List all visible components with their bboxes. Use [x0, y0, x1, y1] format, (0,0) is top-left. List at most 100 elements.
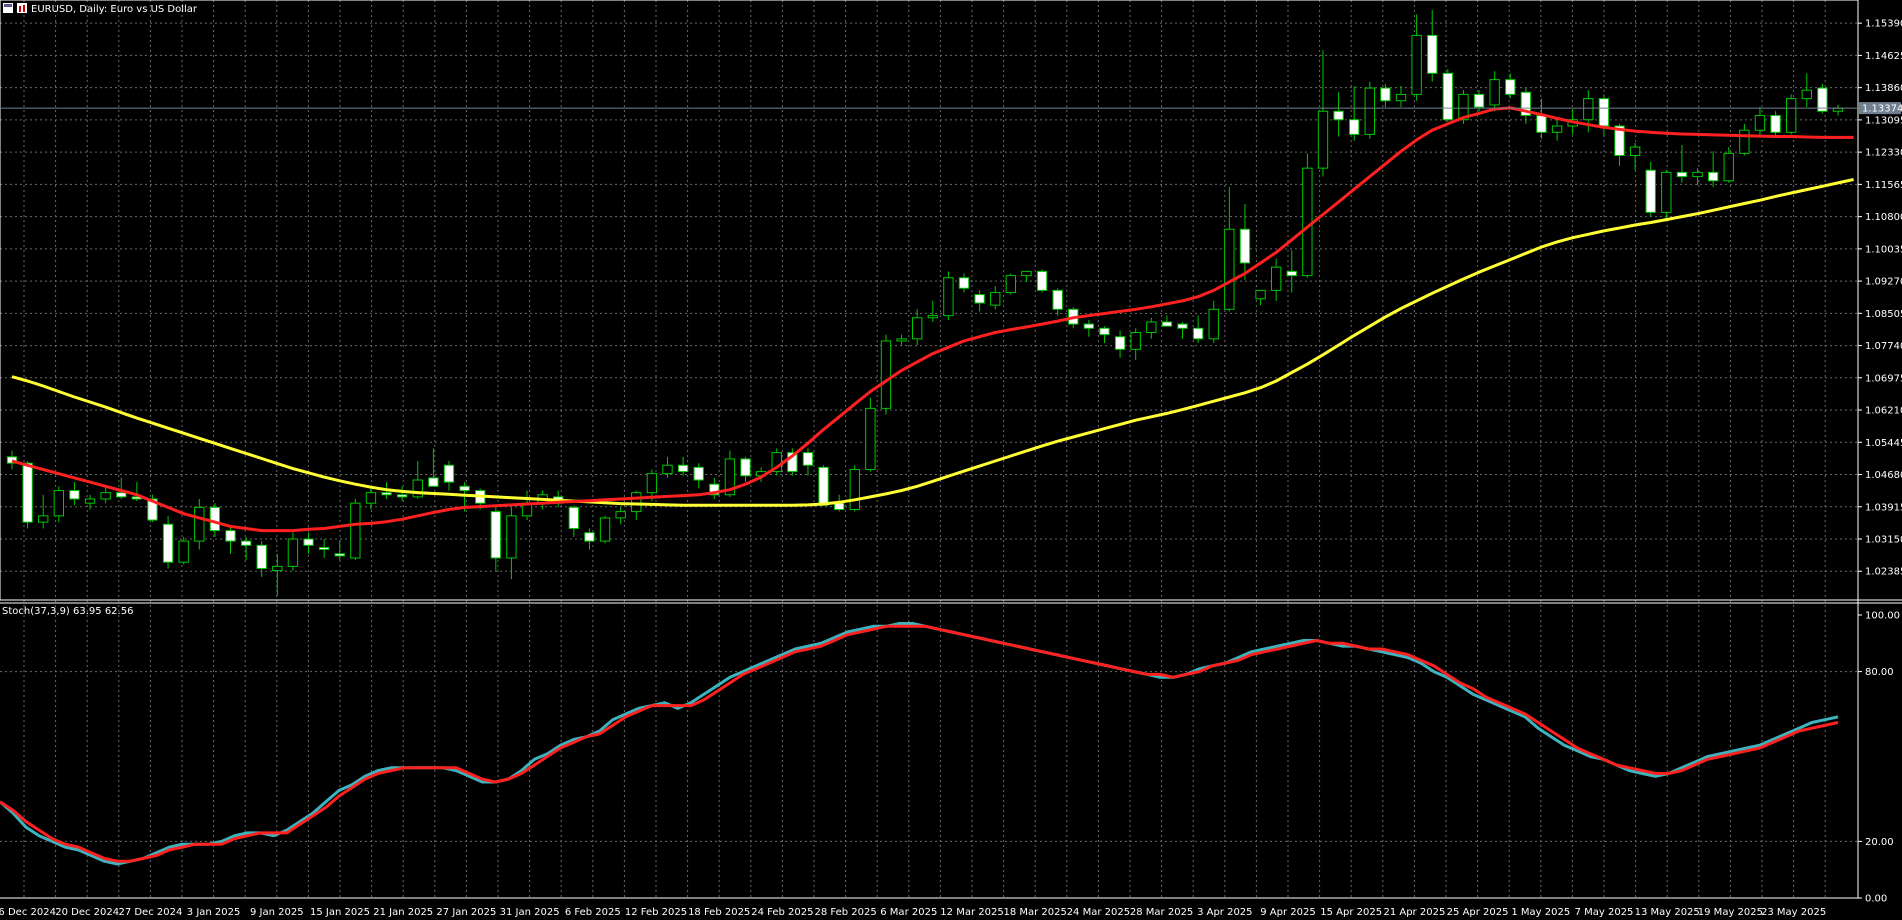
candle-bear[interactable]: [381, 492, 392, 496]
candle-bear[interactable]: [69, 490, 80, 500]
candle-bear[interactable]: [1192, 327, 1204, 340]
chart-canvas[interactable]: 1.15390 1.14625 1.13860 1.13095 1.12330 1.115…: [0, 0, 1902, 920]
candle-bull[interactable]: [1489, 79, 1500, 106]
candle-bear[interactable]: [1333, 110, 1344, 121]
candle-bull[interactable]: [1005, 275, 1017, 293]
candle-bear[interactable]: [1427, 34, 1438, 74]
candle-bull[interactable]: [38, 515, 49, 523]
candle-bear[interactable]: [1536, 114, 1547, 133]
candle-bull[interactable]: [412, 479, 423, 498]
candle-bear[interactable]: [1598, 98, 1610, 127]
candle-bear[interactable]: [256, 544, 267, 569]
chart-type-icon[interactable]: [17, 3, 27, 13]
candle-bull[interactable]: [1754, 114, 1766, 131]
candle-bear[interactable]: [584, 532, 595, 542]
candle-bear[interactable]: [490, 511, 501, 559]
candle-bull[interactable]: [1832, 107, 1844, 112]
candle-bear[interactable]: [1349, 119, 1360, 135]
candle-bear[interactable]: [974, 294, 985, 304]
candle-bull[interactable]: [1723, 152, 1734, 182]
candle-bull[interactable]: [84, 498, 96, 504]
candle-bull[interactable]: [1224, 228, 1235, 310]
candle-bear[interactable]: [677, 464, 689, 473]
candle-bull[interactable]: [912, 317, 923, 340]
candle-bull[interactable]: [1130, 332, 1141, 350]
candle-bull[interactable]: [1021, 270, 1032, 277]
candle-bull[interactable]: [896, 338, 907, 342]
candle-bear[interactable]: [1177, 323, 1188, 329]
candle-bear[interactable]: [1473, 93, 1485, 108]
candle-bear[interactable]: [1036, 270, 1048, 291]
candle-bull[interactable]: [927, 315, 938, 319]
candle-bear[interactable]: [1239, 228, 1251, 264]
candle-bull[interactable]: [53, 490, 65, 517]
candle-bear[interactable]: [1770, 114, 1781, 133]
candle-bear[interactable]: [22, 462, 33, 523]
candle-bull[interactable]: [1395, 93, 1407, 102]
candle-bear[interactable]: [1676, 171, 1688, 178]
candle-bull[interactable]: [662, 464, 673, 475]
candle-bull[interactable]: [1661, 171, 1672, 213]
candle-bull[interactable]: [1317, 110, 1329, 169]
candle-bear[interactable]: [740, 458, 751, 477]
candle-bear[interactable]: [459, 485, 470, 492]
candle-bull[interactable]: [178, 540, 189, 563]
candle-bull[interactable]: [1364, 87, 1375, 135]
candle-bear[interactable]: [428, 477, 439, 487]
candle-bull[interactable]: [1302, 167, 1313, 277]
candle-bull[interactable]: [506, 515, 517, 559]
candle-bull[interactable]: [1583, 98, 1594, 121]
candle-bull[interactable]: [615, 511, 626, 519]
candle-bull[interactable]: [1629, 146, 1641, 156]
candle-bear[interactable]: [318, 546, 330, 551]
candle-bull[interactable]: [943, 277, 954, 317]
candle-bull[interactable]: [100, 492, 111, 500]
candle-bull[interactable]: [880, 340, 892, 409]
candle-bear[interactable]: [334, 553, 345, 557]
candle-bear[interactable]: [568, 506, 580, 529]
candle-bear[interactable]: [958, 277, 970, 289]
candle-bull[interactable]: [1208, 308, 1219, 340]
candle-bull[interactable]: [194, 506, 205, 542]
candle-bull[interactable]: [365, 492, 377, 504]
candle-bear[interactable]: [1707, 171, 1719, 182]
candle-bull[interactable]: [350, 502, 361, 559]
candle-bull[interactable]: [599, 517, 611, 542]
candle-bull[interactable]: [1255, 289, 1266, 300]
candle-bear[interactable]: [1380, 87, 1391, 102]
candle-bull[interactable]: [287, 538, 299, 567]
candle-bear[interactable]: [1286, 270, 1297, 277]
candle-bull[interactable]: [631, 492, 642, 513]
candle-bear[interactable]: [116, 492, 127, 498]
candle-bear[interactable]: [1505, 79, 1516, 95]
candle-bear[interactable]: [240, 540, 252, 546]
candle-bear[interactable]: [693, 466, 704, 481]
candle-bear[interactable]: [1099, 327, 1110, 336]
candle-bull[interactable]: [865, 407, 876, 470]
candle-bear[interactable]: [396, 494, 408, 498]
candle-bear[interactable]: [1083, 323, 1095, 329]
candle-bull[interactable]: [1801, 89, 1812, 100]
candle-bear[interactable]: [443, 464, 455, 483]
candle-bull[interactable]: [1146, 321, 1157, 334]
candle-bull[interactable]: [1692, 171, 1703, 178]
candle-bear[interactable]: [1161, 321, 1173, 327]
candle-bear[interactable]: [303, 538, 314, 546]
candle-bull[interactable]: [272, 565, 283, 572]
candle-bear[interactable]: [209, 506, 221, 532]
candle-bear[interactable]: [802, 452, 814, 466]
candle-bull[interactable]: [1785, 98, 1797, 133]
candle-bear[interactable]: [1052, 289, 1063, 310]
candle-bull[interactable]: [849, 468, 860, 511]
candle-bear[interactable]: [1442, 72, 1454, 121]
candle-bull[interactable]: [1739, 129, 1750, 154]
candle-bull[interactable]: [1551, 125, 1563, 133]
candle-bear[interactable]: [818, 466, 829, 506]
candle-bull[interactable]: [990, 291, 1001, 306]
candle-bear[interactable]: [225, 530, 236, 542]
candle-bear[interactable]: [1114, 336, 1126, 350]
candle-bull[interactable]: [1411, 34, 1422, 95]
candle-bull[interactable]: [646, 473, 658, 494]
candle-bear[interactable]: [162, 523, 174, 563]
candle-bear[interactable]: [1645, 169, 1656, 213]
